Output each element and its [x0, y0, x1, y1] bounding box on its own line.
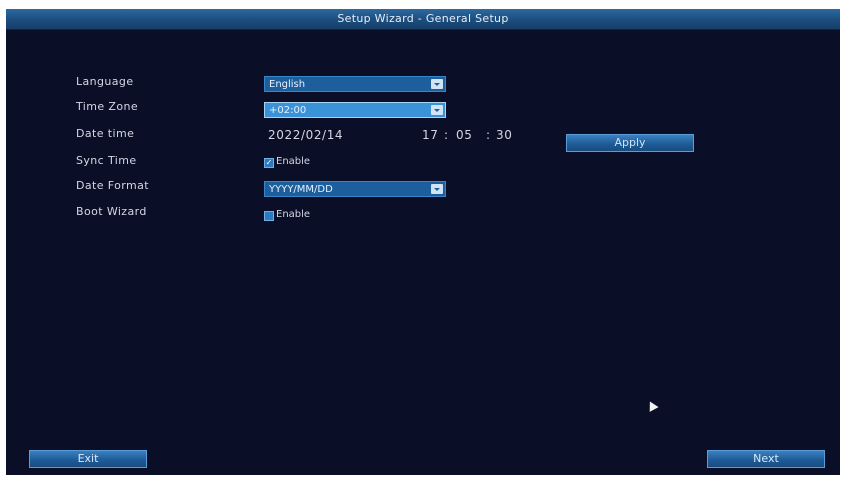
- date-format-dropdown[interactable]: YYYY/MM/DD: [264, 181, 446, 197]
- sync-time-label: Sync Time: [76, 154, 137, 167]
- time-zone-dropdown[interactable]: +02:00: [264, 102, 446, 118]
- date-format-value: YYYY/MM/DD: [269, 184, 333, 195]
- sync-time-checkbox[interactable]: ✓: [264, 158, 274, 168]
- time-zone-label: Time Zone: [76, 100, 139, 113]
- date-time-label: Date time: [76, 127, 135, 140]
- boot-wizard-checkbox[interactable]: [264, 211, 274, 221]
- apply-button[interactable]: Apply: [566, 134, 694, 152]
- sync-time-enable-label: Enable: [276, 156, 311, 167]
- date-field[interactable]: 2022/02/14: [268, 128, 343, 142]
- chevron-down-icon: [431, 79, 443, 89]
- time-minute-field[interactable]: 05: [456, 128, 472, 142]
- checkmark-icon: ✓: [265, 158, 273, 167]
- language-dropdown[interactable]: English: [264, 76, 446, 92]
- next-button[interactable]: Next: [707, 450, 825, 468]
- date-format-label: Date Format: [76, 179, 149, 192]
- window-title: Setup Wizard - General Setup: [6, 9, 840, 30]
- chevron-down-icon: [431, 105, 443, 115]
- boot-wizard-label: Boot Wizard: [76, 205, 147, 218]
- chevron-down-icon: [431, 184, 443, 194]
- time-separator-2: :: [486, 128, 491, 142]
- exit-button[interactable]: Exit: [29, 450, 147, 468]
- time-second-field[interactable]: 30: [496, 128, 512, 142]
- boot-wizard-enable-label: Enable: [276, 209, 311, 220]
- time-zone-value: +02:00: [269, 105, 307, 116]
- time-separator-1: :: [444, 128, 449, 142]
- setup-wizard-screen: Setup Wizard - General Setup Language En…: [6, 9, 840, 475]
- mouse-pointer-icon: [645, 399, 659, 412]
- language-value: English: [269, 79, 306, 90]
- time-hour-field[interactable]: 17: [422, 128, 438, 142]
- language-label: Language: [76, 75, 134, 88]
